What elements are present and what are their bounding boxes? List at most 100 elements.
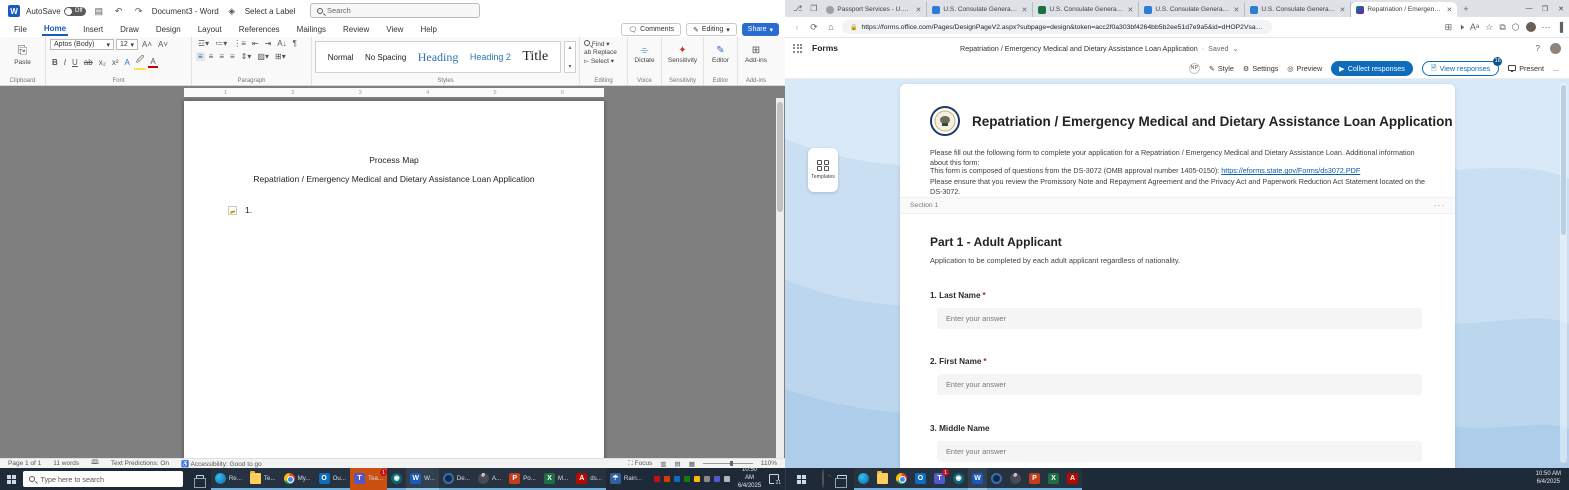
last-name-input[interactable] [937,308,1422,329]
borders-icon[interactable]: ⊞▾ [273,52,288,61]
browser-tab-2[interactable]: U.S. Consulate General Melbou ✕ [927,2,1033,17]
editor-button[interactable]: ✎ Editor [704,37,737,71]
settings-button[interactable]: ⚙Settings [1243,64,1278,73]
taskbar-app-chrome[interactable]: My... [280,468,315,490]
app-launcher-icon[interactable] [793,44,802,53]
taskbar-clock[interactable]: 10:50 AM 6/4/2025 [738,467,761,490]
taskbar-app-teams[interactable]: T1 [930,468,949,490]
taskbar-app-word[interactable]: WW... [406,468,439,490]
sidebar-icon[interactable]: ▐ [1557,22,1563,32]
taskbar-app-acrobat[interactable]: A [1063,468,1082,490]
document-page[interactable]: Process Map Repatriation / Emergency Med… [184,101,604,458]
help-icon[interactable]: ? [1536,44,1540,53]
autosave-toggle[interactable]: AutoSave Off [26,7,86,16]
select-label-button[interactable]: Select a Label [245,7,296,16]
comments-button[interactable]: 🗨Comments [621,23,681,36]
question-middle-name[interactable]: 3. Middle Name [930,424,1424,462]
taskbar-app-outlook[interactable]: O [911,468,930,490]
font-color-icon[interactable]: A [148,57,157,68]
line-spacing-icon[interactable]: ⇕▾ [239,52,254,61]
editing-mode-dropdown[interactable]: ✎Editing ▾ [686,23,737,36]
autosave-switch-icon[interactable]: Off [64,7,86,16]
taskbar-app-teams[interactable]: TTea...1 [350,468,387,490]
part-title[interactable]: Part 1 - Adult Applicant [930,235,1062,249]
collections-icon[interactable]: ⧉ [1499,22,1505,33]
style-button[interactable]: ✎Style [1209,64,1234,73]
highlight-icon[interactable]: 🖉 [134,54,147,70]
menu-tab-view[interactable]: View [384,24,405,35]
present-button[interactable]: Present [1508,64,1544,73]
menu-tab-file[interactable]: File [12,24,29,35]
taskbar-app-excel[interactable]: X [1044,468,1063,490]
addins-button[interactable]: ⊞ Add-ins [738,37,774,71]
bold-icon[interactable]: B [50,58,60,67]
superscript-icon[interactable]: x² [110,58,121,67]
taskbar-app-dark-circle[interactable] [987,468,1006,490]
style-heading[interactable]: Heading [418,50,459,65]
word-count[interactable]: 11 words [53,460,79,467]
browser-profile-avatar[interactable] [1526,22,1536,32]
doc-list-item[interactable]: 1. [228,205,252,215]
text-effects-icon[interactable]: A [122,58,131,67]
find-button[interactable]: Find ▾ [584,40,623,48]
italic-icon[interactable]: I [62,58,68,67]
select-button[interactable]: ▻ Select ▾ [584,57,623,65]
ds3072-link[interactable]: https://eforms.state.gov/Forms/ds3072.PD… [1221,166,1360,175]
menu-tab-help[interactable]: Help [418,24,438,35]
task-view-icon[interactable] [196,475,204,483]
section-header-bar[interactable]: Section 1 ··· [900,197,1455,214]
close-icon[interactable]: ✕ [1553,5,1569,13]
first-name-input[interactable] [937,374,1422,395]
tab-close-icon[interactable]: ✕ [1234,6,1240,14]
accessibility-status[interactable]: ♿ Accessibility: Good to go [181,460,262,468]
numbering-icon[interactable]: ≔▾ [213,39,229,48]
subscript-icon[interactable]: x₂ [97,58,108,67]
scrollbar-thumb[interactable] [1561,85,1566,235]
read-mode-icon[interactable]: ▥ [660,460,666,468]
new-tab-button[interactable]: + [1457,4,1474,14]
justify-icon[interactable]: ≡ [228,52,237,61]
align-center-icon[interactable]: ≡ [207,52,216,61]
restore-icon[interactable]: ❐ [1537,5,1553,13]
shading-icon[interactable]: ▨▾ [255,52,271,61]
tray-icon[interactable] [684,476,690,482]
preview-button[interactable]: ◎Preview [1287,64,1322,73]
autocorrect-icon[interactable] [228,206,237,215]
url-field[interactable]: 🔒 https://forms.office.com/Pages/DesignP… [842,20,1272,34]
tray-icon[interactable] [654,476,660,482]
view-responses-button[interactable]: 🗎View responses16 [1422,61,1499,76]
section-more-icon[interactable]: ··· [1434,201,1445,210]
style-normal[interactable]: Normal [328,53,354,62]
start-button[interactable] [786,468,816,490]
zoom-level[interactable]: 110% [761,460,777,467]
align-right-icon[interactable]: ≡ [217,52,226,61]
menu-tab-review[interactable]: Review [341,24,371,35]
menu-tab-references[interactable]: References [237,24,282,35]
read-aloud-icon[interactable]: Aᵃ [1470,22,1479,32]
share-button[interactable]: Share ▾ [742,23,779,36]
zoom-slider[interactable] [703,463,753,464]
back-icon[interactable]: ‹ [791,22,803,32]
web-layout-icon[interactable]: ▦ [689,460,695,468]
menu-tab-draw[interactable]: Draw [118,24,141,35]
dictate-button[interactable]: ⌯ Dictate [628,37,661,71]
browser-tab-5[interactable]: U.S. Consulate General Melbou ✕ [1245,2,1351,17]
sort-icon[interactable]: A↓ [275,39,288,48]
bullets-icon[interactable]: ☲▾ [196,39,211,48]
task-view-icon[interactable] [837,475,847,483]
taskbar-app-edge[interactable] [854,468,873,490]
browser-tab-active[interactable]: Repatriation / Emergency Medi ✕ [1351,2,1457,17]
collaborator-presence-avatar[interactable]: NP [1189,63,1200,74]
pilcrow-icon[interactable]: ¶ [291,39,299,48]
grow-font-icon[interactable]: A˄ [140,40,154,49]
menu-tab-insert[interactable]: Insert [81,24,105,35]
split-screen-icon[interactable]: ⊞ [1445,22,1453,33]
word-search-box[interactable]: Search [310,3,480,18]
tab-close-icon[interactable]: ✕ [1340,6,1346,14]
action-center-icon[interactable]: 21 [769,474,779,484]
focus-button[interactable]: ⛶ Focus [628,460,652,468]
start-button[interactable] [0,468,23,490]
tray-icon[interactable] [674,476,680,482]
taskbar-app-webex[interactable]: ◉ [387,468,406,490]
vertical-tabs-icon[interactable]: ❐ [806,4,821,13]
